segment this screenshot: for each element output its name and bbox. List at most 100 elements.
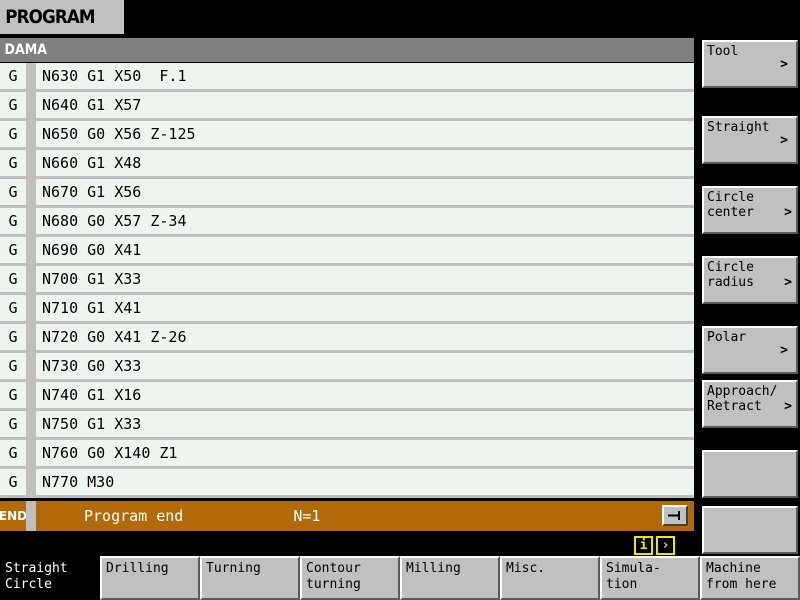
program-line-text: N740 G1 X16 bbox=[36, 382, 694, 408]
program-listing[interactable]: G N630 G1 X50 F.1 G N640 G1 X57 G N650 G0 X56… bbox=[0, 63, 694, 498]
block-type-marker: G bbox=[0, 411, 26, 437]
row-gutter bbox=[26, 208, 36, 234]
info-icon[interactable]: i bbox=[634, 536, 653, 555]
program-line-text: N710 G1 X41 bbox=[36, 295, 694, 321]
program-end-count: N=1 bbox=[293, 507, 321, 525]
program-line-row[interactable]: G N700 G1 X33 bbox=[0, 266, 694, 292]
program-line-row[interactable]: G N660 G1 X48 bbox=[0, 150, 694, 176]
program-line-row[interactable]: G N630 G1 X50 F.1 bbox=[0, 63, 694, 89]
block-type-marker: G bbox=[0, 353, 26, 379]
chevron-right-icon[interactable]: › bbox=[656, 536, 675, 555]
tab-machine-from-here[interactable]: Machine from here bbox=[700, 556, 800, 600]
softkey-label: Approach/ Retract bbox=[707, 384, 778, 414]
chevron-right-icon: > bbox=[780, 57, 788, 72]
softkey-straight[interactable]: Straight > bbox=[702, 116, 798, 164]
row-gutter bbox=[26, 382, 36, 408]
program-line-row[interactable]: G N730 G0 X33 bbox=[0, 353, 694, 379]
tab-simula-tion[interactable]: Simula- tion bbox=[600, 556, 700, 600]
softkey-empty-6[interactable] bbox=[702, 450, 798, 498]
bottom-tab-bar: Straight Circle Drilling Turning Contour tu… bbox=[0, 556, 800, 600]
program-line-text: N700 G1 X33 bbox=[36, 266, 694, 292]
block-type-marker: G bbox=[0, 266, 26, 292]
row-gutter bbox=[26, 469, 36, 495]
block-type-marker: G bbox=[0, 295, 26, 321]
softkey-circle-radius[interactable]: Circle radius > bbox=[702, 256, 798, 304]
softkey-sidebar: Tool > Straight > Circle center > Circle radiu… bbox=[700, 40, 800, 554]
softkey-label: Straight bbox=[707, 120, 770, 135]
program-line-row[interactable]: G N740 G1 X16 bbox=[0, 382, 694, 408]
softkey-label: Circle center bbox=[707, 190, 754, 220]
softkey-label: Polar bbox=[707, 330, 747, 345]
block-type-marker: G bbox=[0, 237, 26, 263]
chevron-right-icon: > bbox=[780, 343, 788, 358]
softkey-empty-7[interactable] bbox=[702, 506, 798, 554]
chevron-right-icon: > bbox=[780, 133, 788, 148]
nav-button-group: i › bbox=[634, 536, 675, 555]
block-type-marker: G bbox=[0, 179, 26, 205]
row-gutter bbox=[26, 411, 36, 437]
softkey-circle-center[interactable]: Circle center > bbox=[702, 186, 798, 234]
arrow-right-icon[interactable] bbox=[662, 505, 688, 526]
program-line-text: N680 G0 X57 Z-34 bbox=[36, 208, 694, 234]
program-line-row[interactable]: G N710 G1 X41 bbox=[0, 295, 694, 321]
block-type-marker: G bbox=[0, 469, 26, 495]
end-badge: END bbox=[0, 501, 27, 531]
program-line-text: N650 G0 X56 Z-125 bbox=[36, 121, 694, 147]
block-type-marker: G bbox=[0, 440, 26, 466]
chevron-right-icon: > bbox=[784, 275, 792, 290]
program-line-row[interactable]: G N670 G1 X56 bbox=[0, 179, 694, 205]
tab-milling[interactable]: Milling bbox=[400, 556, 500, 600]
program-end-content[interactable]: Program end N=1 bbox=[36, 501, 694, 531]
row-gutter bbox=[26, 440, 36, 466]
program-line-row[interactable]: G N650 G0 X56 Z-125 bbox=[0, 121, 694, 147]
program-line-row[interactable]: G N750 G1 X33 bbox=[0, 411, 694, 437]
tab-contour-turning[interactable]: Contour turning bbox=[300, 556, 400, 600]
window-title-tab: PROGRAM bbox=[0, 0, 124, 34]
block-type-marker: G bbox=[0, 324, 26, 350]
program-line-text: N630 G1 X50 F.1 bbox=[36, 63, 694, 89]
row-gutter bbox=[26, 295, 36, 321]
block-type-marker: G bbox=[0, 382, 26, 408]
row-gutter bbox=[26, 121, 36, 147]
block-type-marker: G bbox=[0, 63, 26, 89]
tab-misc[interactable]: Misc. bbox=[500, 556, 600, 600]
program-line-text: N690 G0 X41 bbox=[36, 237, 694, 263]
softkey-tool[interactable]: Tool > bbox=[702, 40, 798, 88]
program-line-text: N640 G1 X57 bbox=[36, 92, 694, 118]
program-line-text: N660 G1 X48 bbox=[36, 150, 694, 176]
row-gutter bbox=[26, 266, 36, 292]
row-gutter bbox=[26, 324, 36, 350]
row-gutter bbox=[26, 179, 36, 205]
softkey-label: Circle radius bbox=[707, 260, 754, 290]
page-title: PROGRAM bbox=[5, 6, 95, 28]
chevron-right-icon: > bbox=[784, 205, 792, 220]
program-line-text: N730 G0 X33 bbox=[36, 353, 694, 379]
block-type-marker: G bbox=[0, 92, 26, 118]
program-line-row[interactable]: G N690 G0 X41 bbox=[0, 237, 694, 263]
program-line-row[interactable]: G N720 G0 X41 Z-26 bbox=[0, 324, 694, 350]
row-gutter bbox=[26, 63, 36, 89]
row-gutter bbox=[26, 501, 36, 531]
tab-drilling[interactable]: Drilling bbox=[100, 556, 200, 600]
program-line-row[interactable]: G N640 G1 X57 bbox=[0, 92, 694, 118]
softkey-label: Tool bbox=[707, 44, 739, 59]
program-line-text: N770 M30 bbox=[36, 469, 694, 495]
program-end-row[interactable]: END Program end N=1 bbox=[0, 501, 694, 531]
row-gutter bbox=[26, 92, 36, 118]
program-line-row[interactable]: G N760 G0 X140 Z1 bbox=[0, 440, 694, 466]
program-name-bar: DAMA bbox=[0, 38, 694, 62]
softkey-approach-retract[interactable]: Approach/ Retract > bbox=[702, 380, 798, 428]
softkey-polar[interactable]: Polar > bbox=[702, 326, 798, 374]
tab-straight-circle[interactable]: Straight Circle bbox=[0, 556, 100, 600]
program-line-text: N750 G1 X33 bbox=[36, 411, 694, 437]
program-line-text: N720 G0 X41 Z-26 bbox=[36, 324, 694, 350]
block-type-marker: G bbox=[0, 150, 26, 176]
program-line-row[interactable]: G N770 M30 bbox=[0, 469, 694, 495]
row-gutter bbox=[26, 353, 36, 379]
program-end-label: Program end bbox=[84, 507, 184, 525]
row-gutter bbox=[26, 237, 36, 263]
tab-turning[interactable]: Turning bbox=[200, 556, 300, 600]
program-line-row[interactable]: G N680 G0 X57 Z-34 bbox=[0, 208, 694, 234]
program-line-text: N760 G0 X140 Z1 bbox=[36, 440, 694, 466]
block-type-marker: G bbox=[0, 208, 26, 234]
